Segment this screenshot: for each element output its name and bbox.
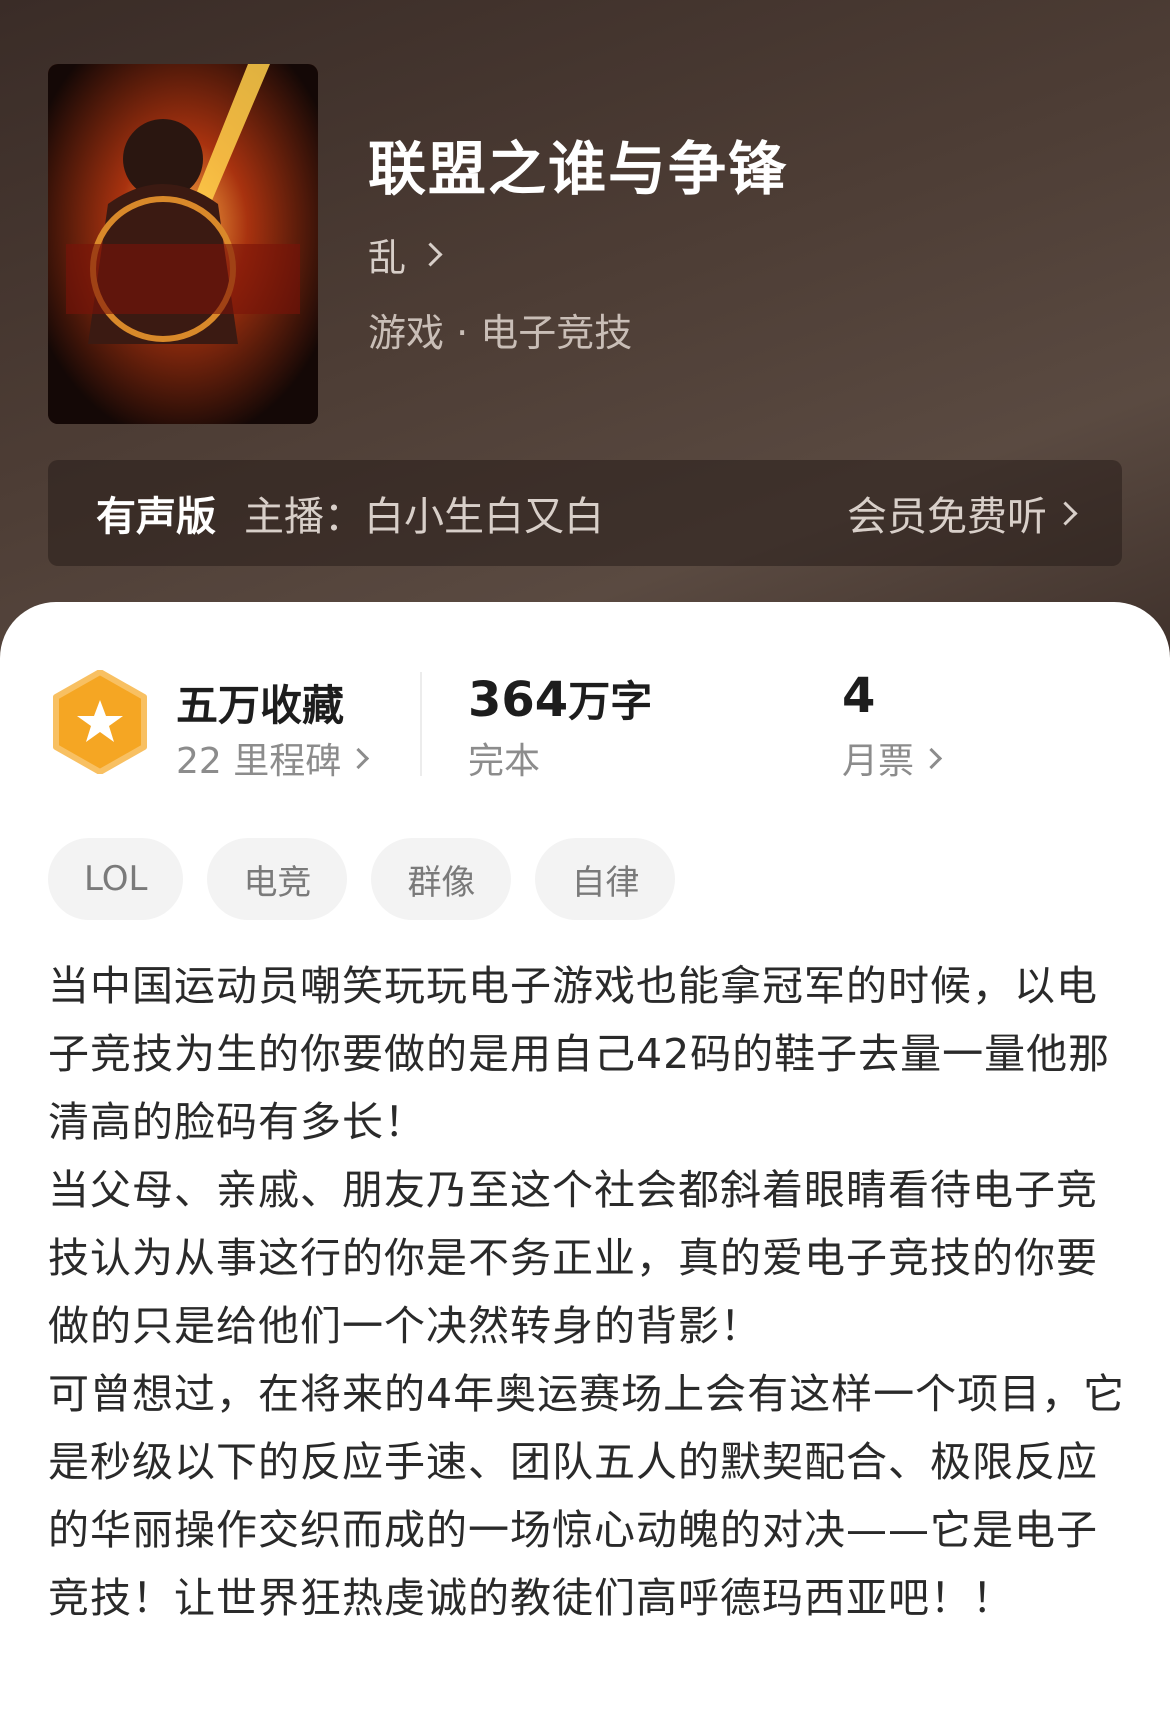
tag-ensemble[interactable]: 群像	[371, 838, 512, 920]
member-free-listen-label: 会员免费听	[847, 494, 1047, 540]
book-header: 联盟之谁与争锋 乱 游戏 · 电子竞技 有声版 主播：白小生白又白 会员免费听	[0, 0, 1170, 660]
stats-divider	[420, 672, 422, 776]
audiobook-host: 主播：白小生白又白	[244, 494, 604, 540]
word-count-unit: 万字	[568, 677, 653, 726]
monthly-votes-link[interactable]: 月票	[842, 732, 943, 784]
stats-row: 五万收藏 22 里程碑 364万字 完本 4 月票	[0, 666, 1170, 782]
completion-status: 完本	[468, 741, 541, 782]
audiobook-badge: 有声版	[96, 494, 216, 540]
tag-self-discipline[interactable]: 自律	[535, 838, 676, 920]
monthly-votes-count: 4	[842, 668, 876, 724]
chevron-right-icon	[348, 747, 370, 769]
favorites-count: 五万收藏	[176, 681, 345, 730]
book-genre: 游戏 · 电子竞技	[368, 311, 633, 355]
milestones-label: 22 里程碑	[176, 741, 342, 782]
audiobook-bar[interactable]: 有声版 主播：白小生白又白 会员免费听	[48, 460, 1122, 566]
book-detail-sheet: 五万收藏 22 里程碑 364万字 完本 4 月票 LOL 电竞 群像 自律 当…	[0, 602, 1170, 1716]
book-description[interactable]: 当中国运动员嘲笑玩玩电子游戏也能拿冠军的时候，以电子竞技为生的你要做的是用自己4…	[48, 952, 1128, 1632]
description-paragraph: 当中国运动员嘲笑玩玩电子游戏也能拿冠军的时候，以电子竞技为生的你要做的是用自己4…	[48, 962, 1111, 1146]
chevron-right-icon	[418, 241, 443, 267]
chevron-right-icon	[920, 747, 943, 769]
description-paragraph: 当父母、亲戚、朋友乃至这个社会都斜着眼睛看待电子竞技认为从事这行的你是不务正业，…	[48, 1166, 1098, 1350]
author-link[interactable]: 乱	[368, 226, 443, 282]
word-count: 364万字	[468, 668, 652, 729]
book-cover-image[interactable]	[48, 64, 318, 424]
star-badge-icon	[53, 670, 147, 774]
member-free-listen-button[interactable]: 会员免费听	[847, 484, 1078, 542]
chevron-right-icon	[1053, 500, 1078, 526]
book-title: 联盟之谁与争锋	[368, 135, 789, 203]
milestones-link[interactable]: 22 里程碑	[176, 732, 370, 784]
description-paragraph: 可曾想过，在将来的4年奥运赛场上会有这样一个项目，它是秒级以下的反应手速、团队五…	[48, 1370, 1126, 1622]
tag-lol[interactable]: LOL	[48, 838, 184, 920]
author-name: 乱	[368, 235, 407, 280]
monthly-votes-label: 月票	[842, 741, 915, 782]
tag-list: LOL 电竞 群像 自律	[48, 838, 676, 920]
word-count-number: 364	[468, 672, 569, 728]
tag-esports[interactable]: 电竞	[207, 838, 348, 920]
